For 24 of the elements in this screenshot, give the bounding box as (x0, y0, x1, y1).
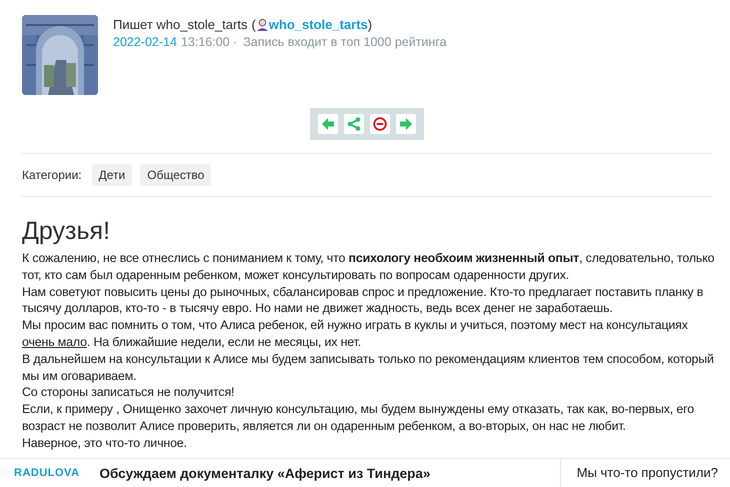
author-text: Пишет who_stole_tarts (113, 16, 248, 32)
paragraph: Мы просим вас помнить о том, что Алиса ребенок, ей нужно играть в куклы и учиться, поэтому мест на консультациях очень мало. На ближайшие недели, если не месяцы, их нет. (22, 317, 689, 351)
paren-text: ( (251, 16, 256, 32)
paragraph: Нам советуют повысить цены до рыночных, сбалансировав спрос и предложение. Кто-то предлагает поставить планку в тысячу долларов, кто-то - в тысячу евро. Но нами не движет жадность, ведь всех денег не заработаешь. (22, 284, 704, 318)
paragraph: В дальнейшем на консультации к Алисе мы будем записывать только по рекомендациям клиентов тем способом, который мы им оговариваем. (22, 350, 715, 384)
rating-note: Запись входит в топ 1000 рейтинга (243, 35, 447, 49)
post-title: Друзья! (22, 216, 112, 246)
category-tag[interactable]: Дети (92, 164, 132, 186)
paragraph: Если, к примеру , Онищенко захочет личную консультацию, мы будем вынуждены ему отказать, так как, во-первых, его возраст не позволит Алисе проверить, является ли он одаренным ребенком, а во-вторых, он нас не любит. (22, 401, 695, 435)
share-button[interactable] (344, 114, 364, 134)
previous-button[interactable] (318, 114, 338, 134)
paragraph: Наверное, это что-то личное. (22, 434, 188, 452)
block-button[interactable] (370, 114, 390, 134)
paragraph: Со стороны записаться не получится! (22, 384, 236, 402)
paren-text: ) (368, 16, 372, 32)
category-tag[interactable]: Общество (140, 164, 212, 186)
user-icon (256, 18, 269, 30)
paragraph: К сожалению, не все отнеслись с пониманием к тому, что психологу необхоим жизненный опыт, следовательно, только тот, кто сам был одаренным ребенком, может консультировать по вопросам одаренности других. (22, 250, 716, 284)
next-button[interactable] (396, 114, 416, 134)
time-text: 13:16:00 · (180, 35, 238, 49)
headline-link[interactable]: Обсуждаем документалку «Аферист из Тиндера» (100, 466, 560, 480)
feedback-link[interactable]: Мы что-то пропустили? (560, 459, 730, 487)
text-link[interactable]: очень мало (22, 334, 87, 349)
categories-label: Категории: (22, 168, 82, 182)
